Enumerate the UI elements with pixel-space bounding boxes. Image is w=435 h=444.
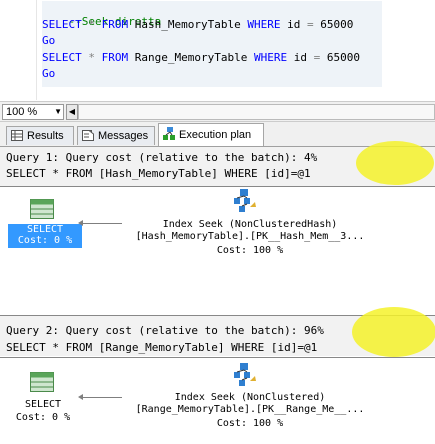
result-tabs: Results Messages Execution plan [0, 122, 435, 147]
value-token: 65000 [313, 18, 354, 31]
select-node-cost: Cost: 0 % [15, 412, 71, 423]
index-seek-type: Index Seek (NonClusteredHash) [162, 219, 338, 230]
code-line-2: SELECT * FROM Hash_MemoryTable WHERE id … [42, 18, 353, 31]
table-name: Range_MemoryTable [128, 51, 254, 64]
horizontal-scrollbar[interactable] [78, 104, 435, 120]
divider [0, 357, 435, 358]
equals-token: = [306, 18, 314, 31]
query-editor[interactable]: --Seek diretta SELECT * FROM Hash_Memory… [0, 0, 435, 100]
chevron-down-icon: ▼ [54, 107, 62, 116]
index-seek-type: Index Seek (NonClustered) [174, 392, 326, 403]
plan-edge [82, 223, 122, 224]
code-line-5: Go [42, 67, 55, 80]
keyword-where: WHERE [253, 51, 288, 64]
value-token: 65000 [320, 51, 360, 64]
tab-label: Results [27, 130, 64, 142]
zoom-dropdown[interactable]: 100 % ▼ [2, 104, 64, 120]
select-node-label: SELECT [8, 224, 82, 235]
code-line-4: SELECT * FROM Range_MemoryTable WHERE id… [42, 51, 360, 64]
tab-execution-plan[interactable]: Execution plan [158, 123, 264, 146]
star-token: * [81, 18, 102, 31]
select-node-label: SELECT [24, 399, 62, 410]
star-token: * [81, 51, 102, 64]
index-seek-icon [232, 189, 256, 213]
keyword-go: Go [42, 34, 56, 47]
query-1-sql: SELECT * FROM [Hash_MemoryTable] WHERE [… [6, 167, 311, 180]
keyword-from: FROM [101, 51, 129, 64]
execution-plan-icon [163, 127, 175, 140]
select-node-icon [30, 372, 54, 392]
select-node-cost: Cost: 0 % [8, 235, 82, 248]
index-seek-cost: Cost: 100 % [216, 245, 284, 256]
scroll-left-icon[interactable]: ◀ [66, 104, 78, 120]
keyword-select: SELECT [42, 18, 82, 31]
keyword-where: WHERE [247, 18, 281, 31]
index-seek-cost: Cost: 100 % [216, 418, 284, 429]
select-node-icon [30, 199, 54, 219]
index-seek-object: [Hash_MemoryTable].[PK__Hash_Mem__3... [135, 231, 365, 242]
code-line-3: Go [42, 34, 55, 47]
divider [0, 186, 435, 187]
index-seek-icon [232, 363, 256, 387]
keyword-from: FROM [101, 18, 129, 31]
tab-label: Messages [98, 130, 149, 142]
tab-messages[interactable]: Messages [77, 126, 155, 145]
execution-plan-pane: Query 1: Query cost (relative to the bat… [0, 141, 435, 444]
column-name: id [287, 51, 314, 64]
editor-gutter [0, 0, 37, 100]
index-seek-object: [Range_MemoryTable].[PK__Range_Me__... [135, 404, 365, 415]
column-name: id [280, 18, 307, 31]
zoom-bar: 100 % ▼ ◀ [0, 101, 435, 122]
tab-label: Execution plan [179, 129, 252, 141]
tab-results[interactable]: Results [6, 126, 74, 145]
query-1-header: Query 1: Query cost (relative to the bat… [6, 151, 318, 164]
messages-icon [82, 130, 94, 141]
table-name: Hash_MemoryTable [128, 18, 248, 31]
keyword-select: SELECT [42, 51, 82, 64]
zoom-value: 100 % [6, 106, 38, 118]
keyword-go: Go [42, 67, 56, 80]
plan-edge [82, 397, 122, 398]
grid-icon [11, 130, 23, 141]
query-2-sql: SELECT * FROM [Range_MemoryTable] WHERE … [6, 341, 318, 354]
query-2-header: Query 2: Query cost (relative to the bat… [6, 324, 324, 337]
